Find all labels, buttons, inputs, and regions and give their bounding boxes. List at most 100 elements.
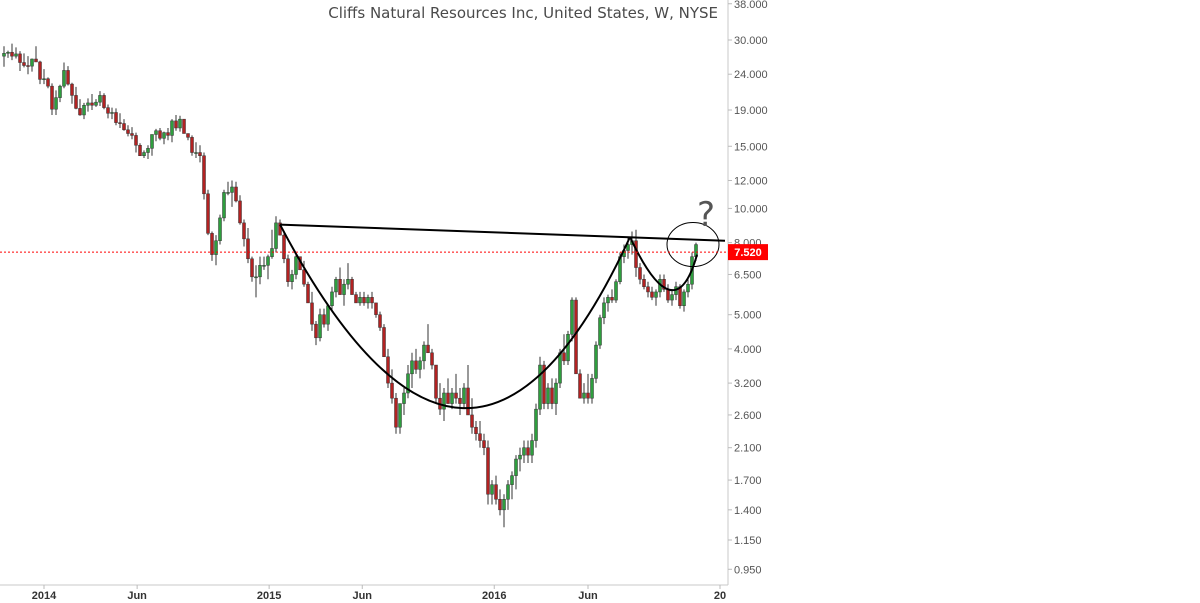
candle-up — [170, 120, 174, 136]
candle-up — [346, 279, 350, 285]
candle-up — [326, 305, 330, 325]
candle-up — [162, 132, 166, 139]
candle-down — [610, 297, 614, 301]
candle-up — [58, 85, 62, 98]
candle-down — [246, 238, 250, 260]
candle-up — [98, 95, 102, 103]
candle-down — [382, 327, 386, 358]
candle-up — [110, 112, 114, 114]
candle-down — [186, 133, 190, 138]
candle-down — [414, 360, 418, 370]
candle-up — [258, 265, 262, 278]
candle-down — [66, 70, 70, 85]
candle-down — [74, 95, 78, 109]
candle-up — [686, 283, 690, 293]
candle-down — [10, 51, 14, 57]
candle-up — [598, 317, 602, 346]
y-tick-label: 19.000 — [734, 105, 768, 117]
candle-up — [402, 392, 406, 404]
candle-up — [42, 78, 46, 80]
candle-down — [430, 352, 434, 366]
candle-down — [642, 279, 646, 287]
chart-title: Cliffs Natural Resources Inc, United Sta… — [328, 4, 718, 22]
neckline-trendline — [279, 223, 726, 242]
candle-up — [506, 484, 510, 500]
candle-up — [462, 387, 466, 404]
candle-down — [26, 65, 30, 67]
candle-up — [654, 291, 658, 298]
candle-down — [282, 234, 286, 260]
x-tick-label: Jun — [352, 590, 372, 602]
candle-up — [14, 53, 18, 57]
y-tick-label: 10.000 — [734, 203, 768, 215]
candle-up — [218, 217, 222, 241]
candle-down — [362, 297, 366, 304]
candles-group — [2, 43, 698, 528]
candle-up — [178, 118, 182, 129]
candle-down — [466, 387, 470, 416]
candle-up — [154, 130, 158, 135]
y-tick-label: 3.200 — [734, 378, 762, 390]
candle-down — [374, 302, 378, 315]
candle-up — [254, 276, 258, 279]
x-tick-label: 2014 — [32, 590, 57, 602]
candle-down — [638, 267, 642, 280]
candle-up — [606, 297, 610, 304]
candle-up — [318, 314, 322, 339]
candle-down — [242, 222, 246, 240]
last-price-label: 7.520 — [734, 247, 762, 259]
candle-up — [594, 344, 598, 379]
y-tick-label: 2.100 — [734, 443, 762, 455]
candle-up — [418, 360, 422, 370]
candle-down — [210, 233, 214, 255]
y-tick-label: 4.000 — [734, 344, 762, 356]
candle-up — [358, 297, 362, 304]
candle-up — [330, 291, 334, 307]
candle-down — [306, 283, 310, 304]
candle-up — [554, 382, 558, 404]
candle-up — [490, 484, 494, 495]
candle-down — [350, 279, 354, 295]
x-axis-ticks: 2014 Jun 2015 Jun 2016 Jun 20 — [32, 585, 726, 602]
candle-down — [286, 258, 290, 282]
candle-down — [394, 397, 398, 428]
candle-down — [678, 286, 682, 307]
candle-up — [146, 148, 150, 153]
candle-down — [190, 137, 194, 153]
candle-up — [274, 222, 278, 249]
candle-up — [538, 364, 542, 410]
candle-down — [130, 133, 134, 136]
candle-up — [530, 440, 534, 456]
candle-down — [646, 286, 650, 293]
y-tick-label: 30.000 — [734, 35, 768, 47]
candle-up — [518, 454, 522, 460]
y-tick-label: 1.700 — [734, 475, 762, 487]
candle-up — [410, 360, 414, 375]
candle-down — [138, 144, 142, 157]
x-tick-label: Jun — [127, 590, 147, 602]
y-tick-label: 6.500 — [734, 269, 762, 281]
candle-down — [562, 352, 566, 362]
x-tick-label: 20 — [714, 590, 726, 602]
candle-up — [450, 392, 454, 404]
candle-down — [18, 53, 22, 63]
candle-up — [502, 499, 506, 511]
candle-down — [182, 118, 186, 134]
candle-down — [434, 364, 438, 399]
candle-down — [314, 323, 318, 339]
candle-up — [2, 53, 6, 57]
candle-down — [550, 387, 554, 404]
candle-up — [230, 186, 234, 193]
candle-up — [342, 283, 346, 295]
candle-up — [86, 102, 90, 106]
candle-up — [546, 387, 550, 404]
candle-up — [522, 447, 526, 456]
candle-down — [238, 200, 242, 224]
candle-up — [614, 281, 618, 301]
candle-down — [34, 58, 38, 63]
candle-down — [102, 95, 106, 108]
candle-down — [370, 297, 374, 304]
candle-down — [114, 112, 118, 123]
candle-down — [322, 314, 326, 325]
candle-up — [82, 105, 86, 116]
